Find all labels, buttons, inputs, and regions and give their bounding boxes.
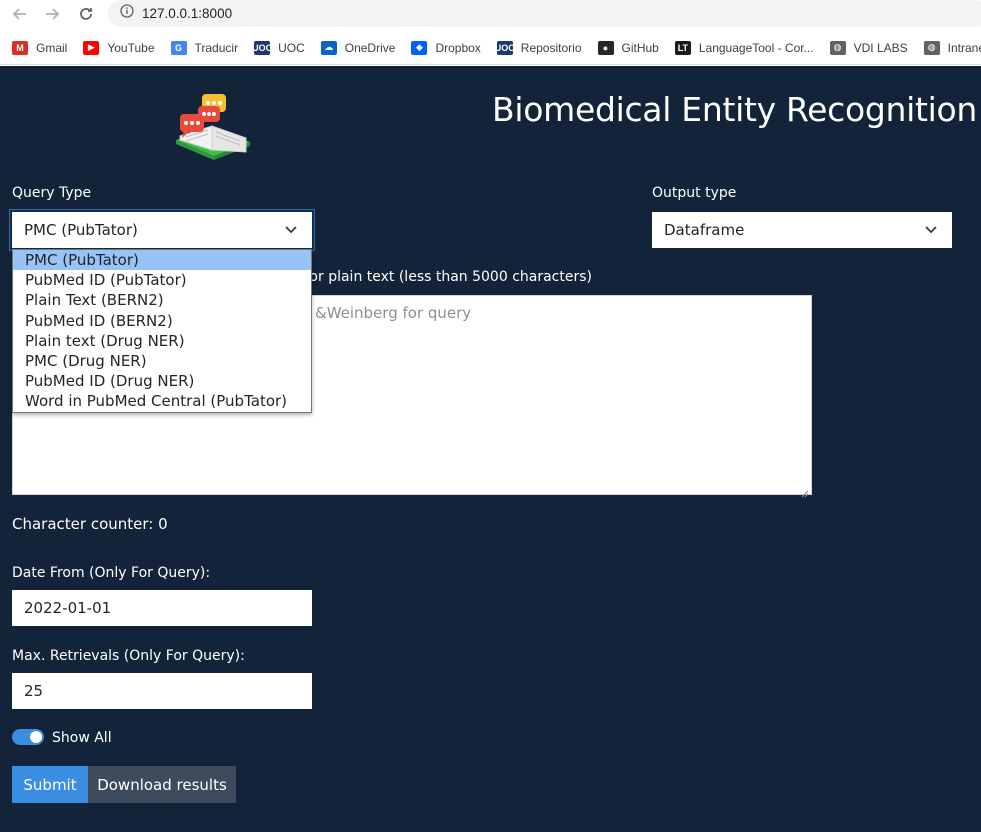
app-main: Biomedical Entity Recognition Query Type… bbox=[0, 66, 981, 832]
bookmark-label: Intranet bbox=[947, 40, 981, 55]
bookmark-label: GitHub bbox=[621, 40, 659, 55]
show-all-label: Show All bbox=[52, 730, 112, 746]
query-type-value: PMC (PubTator) bbox=[24, 221, 138, 239]
query-type-option[interactable]: PubMed ID (Drug NER) bbox=[13, 371, 311, 391]
output-type-value: Dataframe bbox=[664, 221, 745, 239]
uoc-icon: UOC bbox=[252, 40, 273, 55]
query-type-label: Query Type bbox=[12, 185, 92, 201]
bookmark-item[interactable]: LT LanguageTool - Cor... bbox=[674, 40, 814, 55]
app-logo-icon bbox=[172, 90, 254, 172]
character-counter: Character counter: 0 bbox=[12, 515, 168, 533]
bookmark-item[interactable]: ◍ Intranet bbox=[923, 40, 981, 55]
bookmark-item[interactable]: ◆ Dropbox bbox=[411, 40, 481, 55]
query-type-option[interactable]: PMC (Drug NER) bbox=[13, 351, 311, 371]
toggle-knob bbox=[30, 731, 42, 743]
bookmark-label: UOC bbox=[278, 40, 305, 55]
download-results-button[interactable]: Download results bbox=[88, 766, 236, 803]
query-type-option[interactable]: PubMed ID (BERN2) bbox=[13, 311, 311, 331]
reload-icon[interactable] bbox=[76, 4, 96, 24]
query-type-option[interactable]: PubMed ID (PubTator) bbox=[13, 270, 311, 290]
bookmark-item[interactable]: ● GitHub bbox=[597, 40, 659, 55]
languagetool-icon: LT bbox=[674, 40, 691, 55]
bookmark-item[interactable]: M Gmail bbox=[12, 40, 68, 55]
bookmark-label: LanguageTool - Cor... bbox=[698, 40, 814, 55]
browser-address-bar: 127.0.0.1:8000 bbox=[0, 0, 981, 28]
query-type-option[interactable]: Plain Text (BERN2) bbox=[13, 290, 311, 310]
url-field[interactable]: 127.0.0.1:8000 bbox=[108, 0, 981, 27]
date-from-input[interactable]: 2022-01-01 bbox=[12, 590, 312, 626]
resize-handle-icon[interactable] bbox=[801, 484, 809, 498]
show-all-toggle[interactable] bbox=[12, 729, 44, 745]
uoc-icon: UOC bbox=[494, 40, 515, 55]
output-type-select[interactable]: Dataframe bbox=[652, 212, 952, 248]
query-type-dropdown: PMC (PubTator) PubMed ID (PubTator) Plain … bbox=[12, 249, 312, 413]
bookmark-item[interactable]: ☁ OneDrive bbox=[320, 40, 396, 55]
onedrive-icon: ☁ bbox=[320, 40, 337, 55]
info-icon[interactable] bbox=[120, 4, 134, 23]
page-title: Biomedical Entity Recognition bbox=[492, 90, 978, 129]
max-retrievals-input[interactable]: 25 bbox=[12, 673, 312, 709]
bookmark-label: Traducir bbox=[194, 40, 239, 55]
chevron-down-icon bbox=[924, 222, 938, 236]
bookmark-item[interactable]: G Traducir bbox=[170, 40, 239, 55]
query-type-select[interactable]: PMC (PubTator) bbox=[10, 210, 314, 250]
bookmark-item[interactable]: UOC UOC bbox=[252, 40, 305, 55]
translate-icon: G bbox=[170, 40, 187, 55]
bookmark-label: Dropbox bbox=[435, 40, 481, 55]
url-text: 127.0.0.1:8000 bbox=[142, 6, 233, 21]
bookmark-label: VDI LABS bbox=[853, 40, 908, 55]
github-icon: ● bbox=[597, 40, 614, 55]
output-type-label: Output type bbox=[652, 185, 737, 201]
forward-icon[interactable] bbox=[42, 4, 62, 24]
query-type-option[interactable]: PMC (PubTator) bbox=[13, 250, 311, 271]
max-retrievals-label: Max. Retrievals (Only For Query): bbox=[12, 648, 245, 664]
bookmark-label: Repositorio bbox=[520, 40, 582, 55]
bookmark-item[interactable]: ◍ VDI LABS bbox=[829, 40, 908, 55]
bookmark-item[interactable]: UOC Repositorio bbox=[494, 40, 582, 55]
globe-icon: ◍ bbox=[923, 40, 940, 55]
submit-button[interactable]: Submit bbox=[12, 766, 88, 803]
bookmarks-bar: M Gmail ▶ YouTube G Traducir UOC UOC ☁ OneDrive ◆ D… bbox=[0, 31, 981, 65]
date-from-label: Date From (Only For Query): bbox=[12, 565, 211, 581]
back-icon[interactable] bbox=[10, 4, 30, 24]
bookmark-label: Gmail bbox=[36, 40, 68, 55]
gmail-icon: M bbox=[12, 40, 28, 55]
query-type-option[interactable]: Plain text (Drug NER) bbox=[13, 331, 311, 351]
bookmark-label: OneDrive bbox=[344, 40, 396, 55]
chevron-down-icon bbox=[284, 222, 298, 236]
globe-icon: ◍ bbox=[829, 40, 846, 55]
dropbox-icon: ◆ bbox=[411, 40, 428, 55]
query-type-option[interactable]: Word in PubMed Central (PubTator) bbox=[13, 391, 311, 411]
youtube-icon: ▶ bbox=[83, 40, 100, 55]
bookmark-item[interactable]: ▶ YouTube bbox=[83, 40, 155, 55]
bookmark-label: YouTube bbox=[107, 40, 155, 55]
